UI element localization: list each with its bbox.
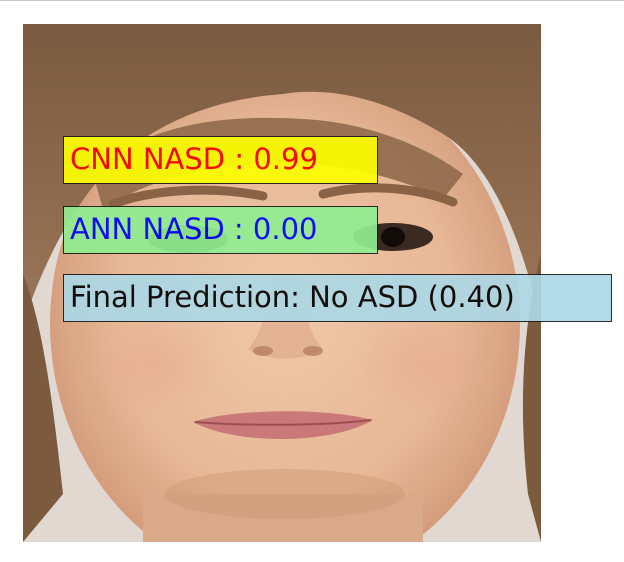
top-divider (0, 0, 624, 1)
final-prediction-label: Final Prediction: No ASD (0.40) (63, 274, 612, 322)
cnn-nasd-label: CNN NASD : 0.99 (63, 136, 378, 184)
ann-nasd-label: ANN NASD : 0.00 (63, 206, 378, 254)
